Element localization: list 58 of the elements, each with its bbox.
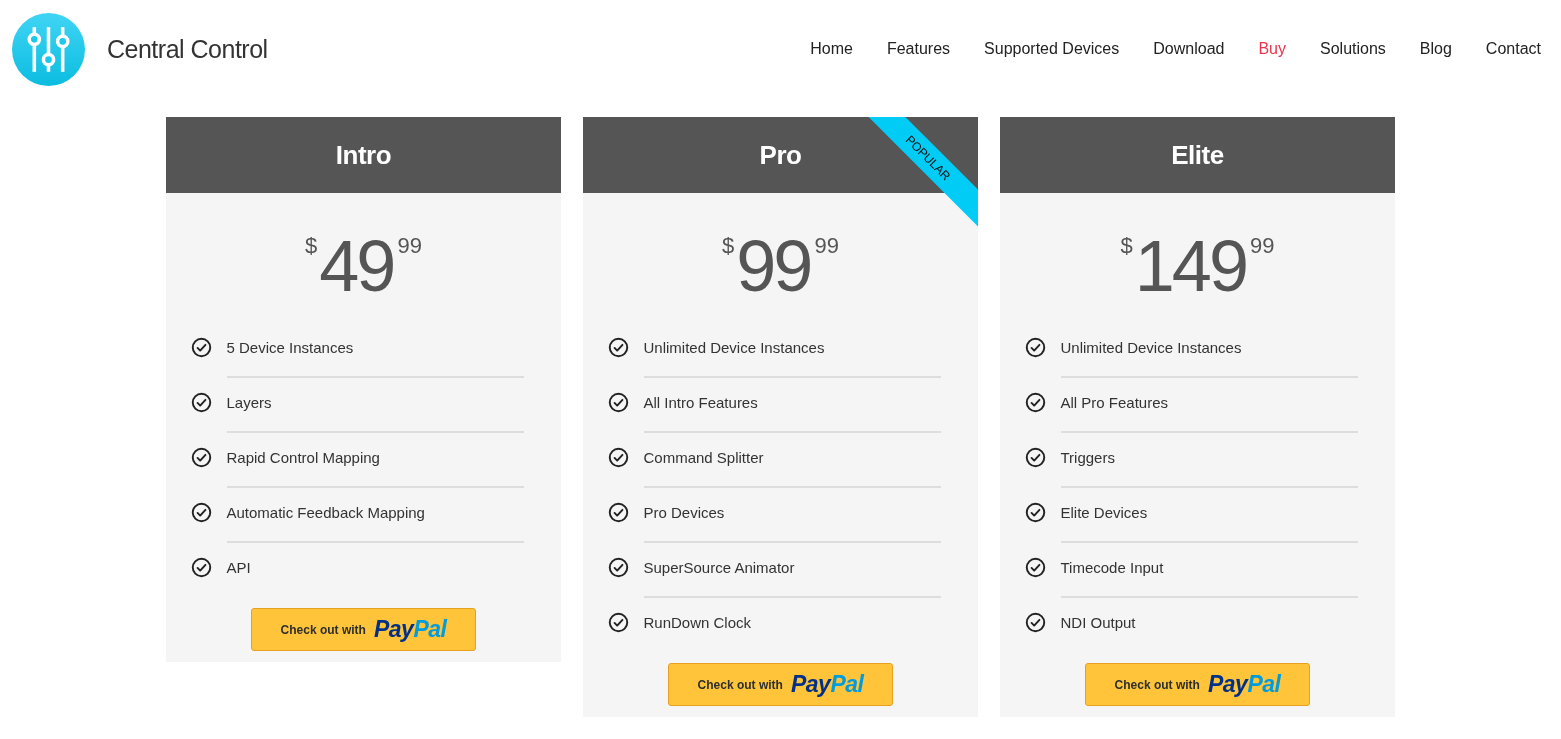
feature-text: All Pro Features xyxy=(1060,393,1169,411)
check-circle-icon xyxy=(190,446,212,468)
plan-title: Elite xyxy=(1000,117,1395,193)
feature-text: RunDown Clock xyxy=(643,613,752,631)
sliders-logo-icon xyxy=(12,12,85,86)
check-circle-icon xyxy=(607,336,629,358)
price-amount: 149 xyxy=(1134,229,1246,303)
feature-text: 5 Device Instances xyxy=(226,338,354,356)
currency-symbol: $ xyxy=(722,233,735,259)
nav-link[interactable]: Supported Devices xyxy=(984,40,1120,58)
currency-symbol: $ xyxy=(1120,233,1133,259)
feature-text: Automatic Feedback Mapping xyxy=(226,503,425,521)
price-amount: 49 xyxy=(319,229,394,303)
price-cents: 99 xyxy=(1249,233,1275,259)
brand-name: Central Control xyxy=(107,34,268,64)
feature-text: Triggers xyxy=(1060,448,1115,466)
check-circle-icon xyxy=(607,391,629,413)
plan-title: Intro xyxy=(166,117,561,193)
feature-text: All Intro Features xyxy=(643,393,758,411)
check-circle-icon xyxy=(1024,556,1046,578)
feature-text: Rapid Control Mapping xyxy=(226,448,380,466)
feature-text: Unlimited Device Instances xyxy=(643,338,825,356)
check-circle-icon xyxy=(1024,391,1046,413)
feature-text: Timecode Input xyxy=(1060,558,1164,576)
check-circle-icon xyxy=(607,446,629,468)
feature-text: SuperSource Animator xyxy=(643,558,795,576)
nav-link[interactable]: Buy xyxy=(1258,40,1286,58)
feature-text: Command Splitter xyxy=(643,448,764,466)
check-circle-icon xyxy=(607,556,629,578)
nav-link[interactable]: Download xyxy=(1153,40,1225,58)
price-amount: 99 xyxy=(736,229,811,303)
nav-link[interactable]: Solutions xyxy=(1320,40,1386,58)
feature-text: Elite Devices xyxy=(1060,503,1148,521)
paypal-checkout-button[interactable]: Check out with PayPal xyxy=(668,663,893,706)
check-circle-icon xyxy=(190,391,212,413)
nav-link[interactable]: Contact xyxy=(1485,40,1541,58)
nav-link[interactable]: Blog xyxy=(1419,40,1452,58)
check-circle-icon xyxy=(1024,501,1046,523)
check-circle-icon xyxy=(1024,611,1046,633)
currency-symbol: $ xyxy=(305,233,318,259)
check-circle-icon xyxy=(190,501,212,523)
feature-text: Unlimited Device Instances xyxy=(1060,338,1242,356)
check-circle-icon xyxy=(607,501,629,523)
paypal-checkout-button[interactable]: Check out with PayPal xyxy=(1085,663,1310,706)
check-circle-icon xyxy=(607,611,629,633)
check-circle-icon xyxy=(190,556,212,578)
paypal-checkout-button[interactable]: Check out with PayPal xyxy=(251,608,476,651)
feature-text: NDI Output xyxy=(1060,613,1136,631)
feature-text: API xyxy=(226,558,251,576)
check-circle-icon xyxy=(1024,446,1046,468)
nav-link[interactable]: Home xyxy=(810,40,853,58)
feature-text: Layers xyxy=(226,393,272,411)
feature-text: Pro Devices xyxy=(643,503,725,521)
check-circle-icon xyxy=(1024,336,1046,358)
check-circle-icon xyxy=(190,336,212,358)
price-cents: 99 xyxy=(397,233,422,259)
price-cents: 99 xyxy=(814,233,839,259)
nav-link[interactable]: Features xyxy=(886,40,951,58)
